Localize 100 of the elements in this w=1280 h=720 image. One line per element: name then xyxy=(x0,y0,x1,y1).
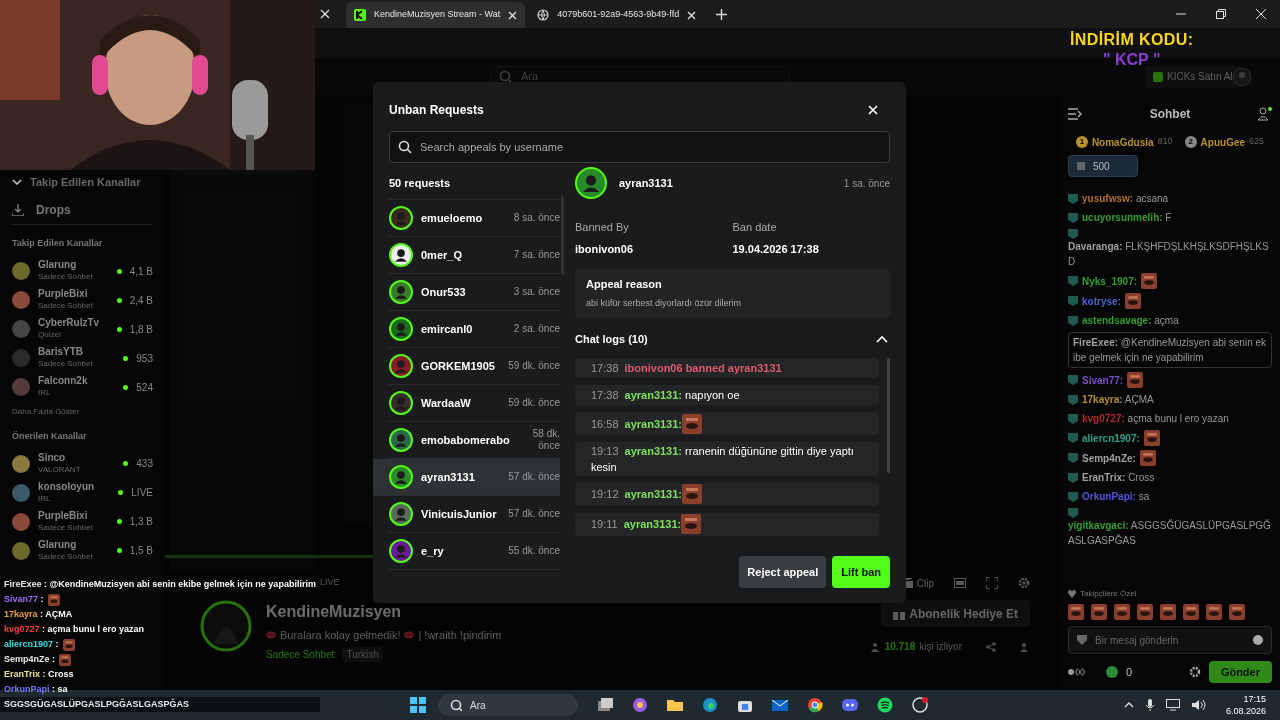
request-time: 57 dk. önce xyxy=(507,508,560,520)
channel-item[interactable]: Sinco VALORANT 433 xyxy=(12,449,153,478)
microphone-icon[interactable] xyxy=(1145,699,1154,711)
close-icon[interactable] xyxy=(687,10,697,20)
request-item[interactable]: VinicuisJunior 57 dk. önce xyxy=(389,496,560,533)
k-logo-icon xyxy=(1153,71,1163,82)
category-link[interactable]: Sadece Sohbet xyxy=(266,646,335,662)
channel-item[interactable]: PurpleBixi Sadece Sohbet 2,4 B xyxy=(12,285,153,315)
users-icon[interactable] xyxy=(1258,107,1272,121)
clock-date[interactable]: 6.08.2026 xyxy=(1225,705,1266,717)
emote-icon xyxy=(1183,604,1199,620)
search-field[interactable]: Search appeals by username xyxy=(389,131,890,163)
channel-item[interactable]: konsoloyun IRL LIVE xyxy=(12,478,153,507)
windows-icon[interactable] xyxy=(410,697,426,713)
lift-ban-button[interactable]: Lift ban xyxy=(832,556,890,588)
channel-item[interactable]: BarisYTB Sadece Sohbet 953 xyxy=(12,343,153,373)
username: VinicuisJunior xyxy=(421,506,497,522)
message-input[interactable]: Bir mesaj gönderin xyxy=(1068,626,1272,654)
lips-icon xyxy=(404,630,415,641)
chat-message: 17kayra : AÇMA xyxy=(4,607,73,621)
chat-message: OrkunPapi: sa xyxy=(1082,490,1150,504)
request-item[interactable]: GORKEM1905 59 dk. önce xyxy=(389,348,560,385)
chat-message: yigitkavgaci: ASGGSĞÜGASLÜPGASLPGĞASLGASPĞAS xyxy=(1068,518,1272,548)
browser-tab[interactable]: KendineMuzisyen Stream - Wat xyxy=(346,2,526,28)
channel-item[interactable]: PurpleBixi Sadece Sohbet 1,3 B xyxy=(12,507,153,536)
request-item[interactable]: emircanl0 2 sa. önce xyxy=(389,311,560,348)
followers-only-label: Takipçilere Özel xyxy=(1080,588,1137,600)
close-icon[interactable] xyxy=(1256,9,1266,19)
chrome-icon[interactable] xyxy=(807,697,823,713)
chat-message: Sivan77 : xyxy=(4,592,44,606)
channel-category: Sadece Sohbet xyxy=(38,300,94,312)
avatar-icon xyxy=(389,428,413,452)
gift-sub-button[interactable]: Abonelik Hediye Et xyxy=(881,600,1030,627)
request-item[interactable]: 0mer_Q 7 sa. önce xyxy=(389,237,560,274)
channel-item[interactable]: Glarung Sadece Sohbet 4,1 B xyxy=(12,256,153,286)
viewer-count: 4,1 B xyxy=(129,264,153,279)
avatar-icon xyxy=(389,539,413,563)
plus-icon[interactable] xyxy=(716,8,728,20)
reject-appeal-button[interactable]: Reject appeal xyxy=(739,556,827,588)
channel-name: Glarung xyxy=(38,259,78,271)
chat-message: FireExee : @KendineMuzisyen abi senin ekibe gelmek için ne yapabilirim xyxy=(4,577,316,591)
chat-message: EranTrix : Cross xyxy=(4,667,74,681)
leader-score: 625 xyxy=(1249,135,1265,149)
request-item[interactable]: emueloemo 8 sa. önce xyxy=(389,200,560,237)
task-view-icon[interactable] xyxy=(597,697,613,713)
browser-icon[interactable] xyxy=(702,697,718,713)
chat-message: Sivan77: xyxy=(1082,373,1124,388)
show-more-link[interactable]: Daha Fazla Göster xyxy=(12,405,153,418)
shield-icon xyxy=(1077,635,1087,645)
settings-icon[interactable] xyxy=(1188,666,1201,678)
channel-name: PurpleBixi xyxy=(38,509,89,522)
viewer-count: 1,3 B xyxy=(129,515,153,529)
emote-icon xyxy=(1091,604,1107,620)
viewer-label: kişi izliyor xyxy=(919,640,962,654)
aperture-icon[interactable] xyxy=(912,697,928,713)
username: WardaaW xyxy=(421,395,471,411)
section-title: Chat logs (10) xyxy=(575,331,648,347)
viewer-count: 953 xyxy=(136,351,153,366)
browser-tab[interactable]: 4079b601-92a9-4563-9b49-ffd xyxy=(529,2,705,28)
leader-score: 810 xyxy=(1157,135,1173,149)
request-time: 59 dk. önce xyxy=(507,397,560,409)
spotify-icon[interactable] xyxy=(877,697,893,713)
search-field[interactable]: Ara xyxy=(438,694,578,716)
avatar-icon xyxy=(12,454,30,473)
copilot-icon[interactable] xyxy=(632,697,648,713)
send-button[interactable]: Gönder xyxy=(1208,661,1272,683)
chevron-up-icon[interactable] xyxy=(1123,702,1134,708)
avatar-icon xyxy=(389,206,413,230)
mail-icon[interactable] xyxy=(772,697,788,713)
leader-name: NomaGdusia xyxy=(1091,135,1154,150)
avatar-icon xyxy=(575,167,607,199)
channel-item[interactable]: Falconn2k IRL 524 xyxy=(12,372,153,402)
channel-name: Falconn2k xyxy=(38,375,89,387)
channel-category: IRL xyxy=(38,387,52,399)
avatar-icon xyxy=(12,378,30,396)
collapse-icon[interactable] xyxy=(1068,108,1082,120)
speaker-icon[interactable] xyxy=(1191,699,1206,711)
channel-item[interactable]: CyberRulzTv Quizel 1,8 B xyxy=(12,314,153,344)
channel-name: konsoloyun xyxy=(38,480,96,493)
viewer-count: 1,5 B xyxy=(129,544,153,558)
folder-icon[interactable] xyxy=(667,697,683,713)
emote-icon xyxy=(1206,604,1222,620)
sidebar-toggle[interactable]: Takip Edilen Kanallar xyxy=(12,173,153,191)
fullscreen-icon[interactable] xyxy=(986,577,998,589)
request-item[interactable]: Onur533 3 sa. önce xyxy=(389,274,560,311)
close-icon[interactable] xyxy=(508,10,518,20)
network-icon[interactable] xyxy=(1165,699,1180,711)
request-item[interactable]: ayran3131 57 dk. önce xyxy=(373,459,560,496)
request-item[interactable]: e_ry 55 dk. önce xyxy=(389,533,560,570)
username: e_ry xyxy=(421,543,444,559)
theater-icon[interactable] xyxy=(954,578,966,588)
discord-icon[interactable] xyxy=(842,697,858,713)
gift-pill[interactable]: 500 xyxy=(1068,155,1138,177)
clock-time[interactable]: 17:15 xyxy=(1243,693,1266,705)
restore-icon[interactable] xyxy=(1216,9,1226,19)
live-dot-icon xyxy=(123,461,129,466)
channel-item[interactable]: Glarung Sadece Sohbet 1,5 B xyxy=(12,536,153,565)
request-item[interactable]: WardaaW 59 dk. önce xyxy=(389,385,560,422)
log-entry: 17:38 ibonivon06 banned ayran3131 xyxy=(575,358,879,378)
sidebar-item[interactable]: Drops xyxy=(12,199,153,225)
